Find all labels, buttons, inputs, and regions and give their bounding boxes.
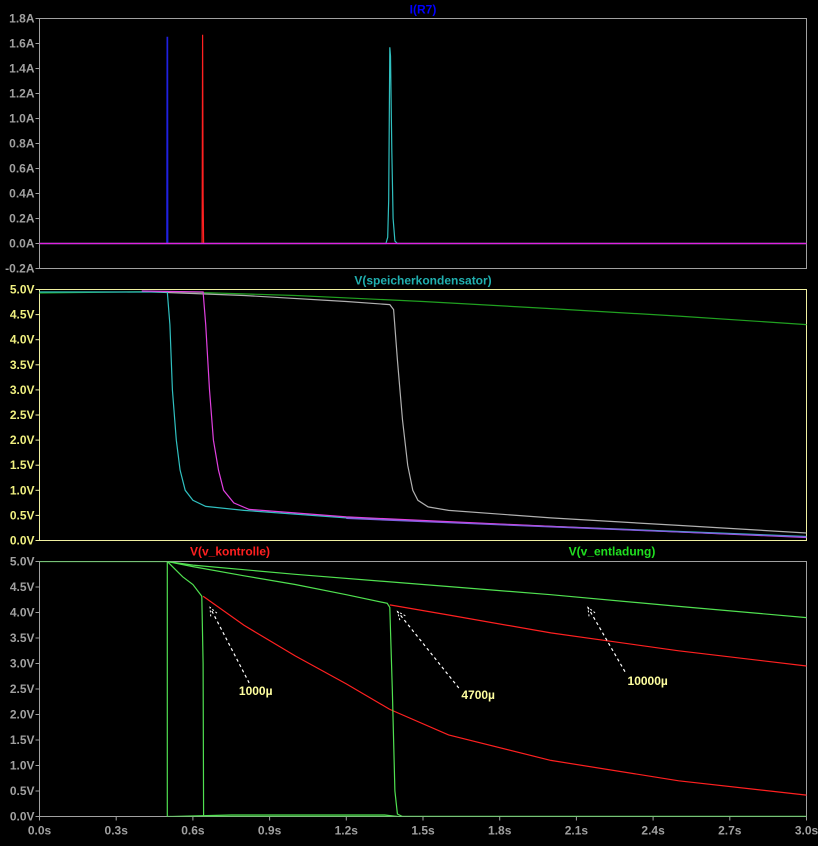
y-tick-label: 0.5V <box>10 784 35 798</box>
y-tick-label: 1.0V <box>10 759 35 773</box>
y-tick-label: 0.5V <box>10 508 35 522</box>
y-tick-label: 3.0V <box>10 657 35 671</box>
y-tick-label: 2.5V <box>10 682 35 696</box>
y-tick-label: 5.0V <box>10 283 35 297</box>
y-tick-label: 0.6A <box>9 162 35 176</box>
y-tick-label: 0.8A <box>9 137 35 151</box>
y-tick-label: 2.5V <box>10 408 35 422</box>
y-tick-label: 0.2A <box>9 212 35 226</box>
trace-green-10000u <box>39 561 807 619</box>
annotation-label: 4700µ <box>461 688 495 702</box>
y-tick-label: 0.0A <box>9 237 35 251</box>
plot-pane-3[interactable]: 0.0V 0.5V 1.0V 1.5V 2.0V 2.5V 3.0V 3.5V 4.0V 4.5V… <box>10 545 807 824</box>
plot-pane-2[interactable]: 0.0V 0.5V 1.0V 1.5V 2.0V 2.5V 3.0V 3.5V 4.0V 4.5V… <box>10 274 807 548</box>
y-tick-label: -0.2A <box>5 262 35 276</box>
x-tick-label: 0.9s <box>258 824 282 838</box>
pane-title: V(speicherkondensator) <box>354 274 491 288</box>
y-tick-label: 4.5V <box>10 308 35 322</box>
annotation-arrow <box>396 611 460 689</box>
y-tick-label: 1.6A <box>9 37 35 51</box>
trace-label: V(v_entladung) <box>569 545 656 559</box>
x-tick-label: 1.5s <box>411 824 435 838</box>
y-tick-label: 3.5V <box>10 358 35 372</box>
annotation-arrow <box>587 607 626 672</box>
trace-magenta <box>141 290 807 539</box>
y-tick-label: 5.0V <box>10 555 35 569</box>
trace-grey <box>141 290 807 534</box>
x-tick-label: 0.3s <box>105 824 129 838</box>
x-tick-label: 0.0s <box>28 824 52 838</box>
plot-pane-1[interactable]: -0.2A 0.0A 0.2A 0.4A 0.6A 0.8A 1.0A 1.2A 1.4A 1.6… <box>5 3 807 276</box>
y-tick-label: 1.0A <box>9 112 35 126</box>
trace-violet <box>346 517 807 538</box>
trace-red-1000u <box>202 595 807 796</box>
y-tick-label: 2.0V <box>10 433 35 447</box>
y-tick-label: 4.0V <box>10 606 35 620</box>
pane-title: I(R7) <box>410 3 437 17</box>
x-tick-label: 3.0s <box>795 824 818 838</box>
annotation-arrow <box>209 607 250 684</box>
x-tick-label: 2.1s <box>565 824 589 838</box>
y-tick-label: 1.5V <box>10 733 35 747</box>
y-tick-label: 4.0V <box>10 333 35 347</box>
pane-frame <box>39 289 807 541</box>
y-tick-label: 3.5V <box>10 631 35 645</box>
y-tick-label: 1.0V <box>10 483 35 497</box>
y-tick-label: 2.0V <box>10 708 35 722</box>
trace-cyan <box>39 47 807 245</box>
pane-frame <box>39 561 807 817</box>
waveform-viewer[interactable]: -0.2A 0.0A 0.2A 0.4A 0.6A 0.8A 1.0A 1.2A 1.4A 1.6… <box>0 0 818 841</box>
trace-blue <box>39 36 807 245</box>
trace-red-4700u <box>389 604 807 667</box>
y-tick-label: 4.5V <box>10 580 35 594</box>
arrowhead-icon <box>209 606 218 617</box>
x-tick-label: 2.4s <box>641 824 665 838</box>
trace-label: V(v_kontrolle) <box>190 545 270 559</box>
trace-cyan <box>39 291 807 538</box>
y-tick-label: 1.4A <box>9 62 35 76</box>
x-tick-label: 1.2s <box>335 824 359 838</box>
y-tick-label: 3.0V <box>10 383 35 397</box>
y-tick-label: 1.5V <box>10 458 35 472</box>
x-tick-label: 0.6s <box>181 824 205 838</box>
y-tick-label: 0.0V <box>10 534 35 548</box>
y-tick-label: 1.2A <box>9 87 35 101</box>
x-tick-label: 1.8s <box>488 824 512 838</box>
y-tick-label: 1.8A <box>9 12 35 26</box>
trace-green <box>39 290 807 326</box>
trace-red <box>39 34 807 245</box>
pane-frame <box>39 18 807 269</box>
x-tick-label: 2.7s <box>718 824 742 838</box>
annotation-label: 1000µ <box>239 684 273 698</box>
y-tick-label: 0.4A <box>9 187 35 201</box>
y-tick-label: 0.0V <box>10 810 35 824</box>
annotation-label: 10000µ <box>628 674 668 688</box>
